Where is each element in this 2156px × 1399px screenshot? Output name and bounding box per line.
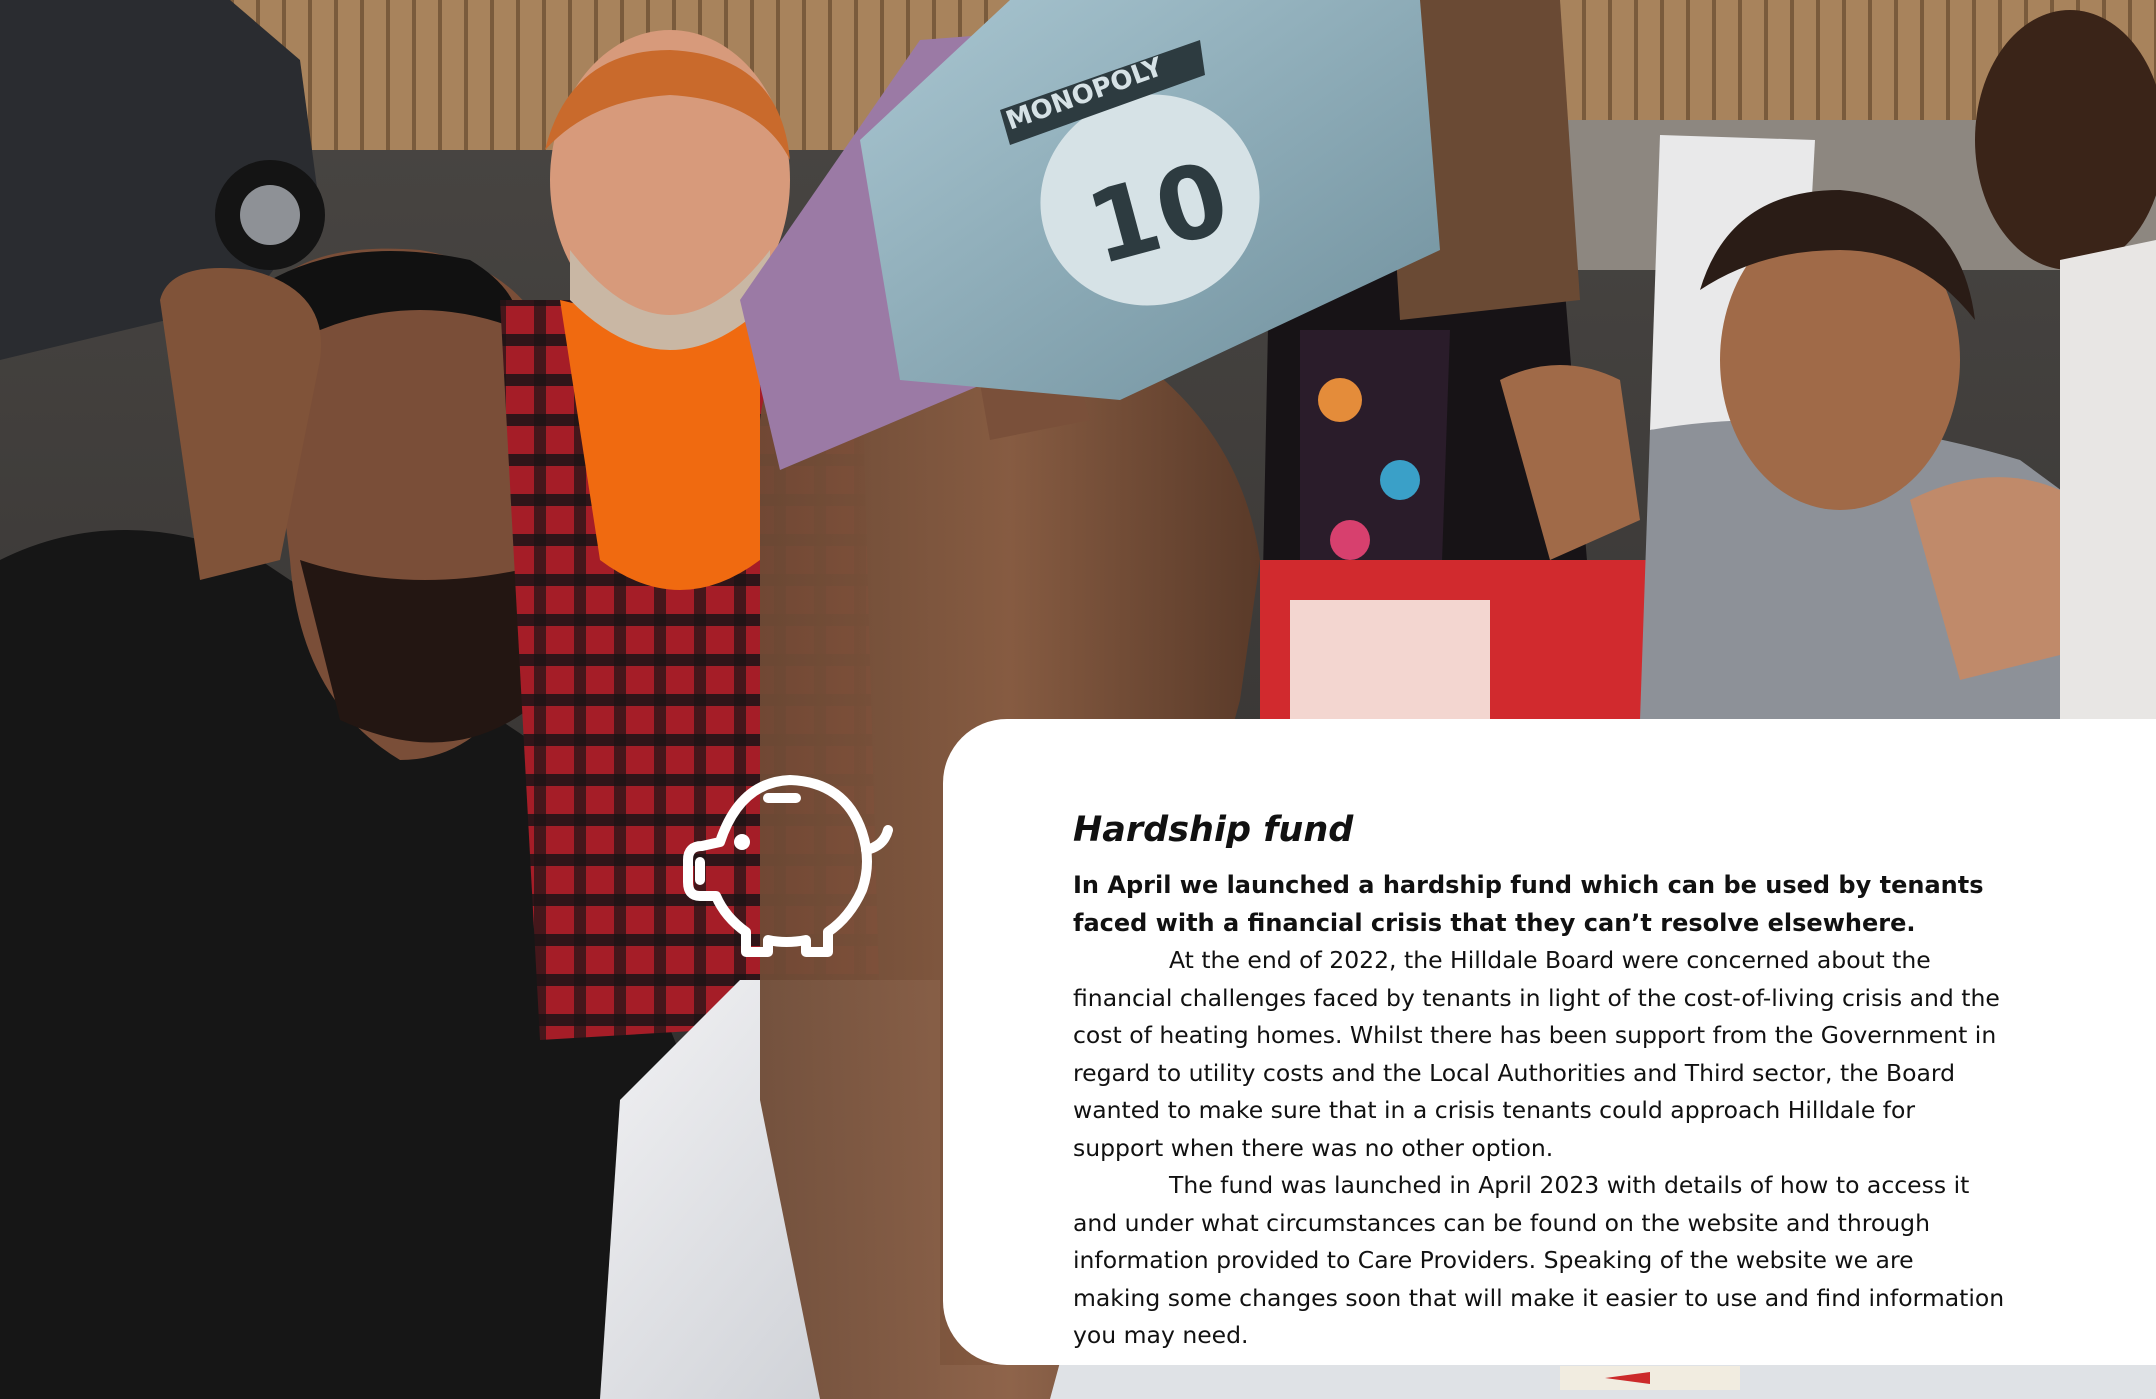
piggy-bank-icon [680, 772, 900, 964]
article-lead: In April we launched a hardship fund whi… [1073, 871, 1984, 937]
article-title: Hardship fund [1073, 810, 1354, 850]
article-paragraph: At the end of 2022, the Hilldale Board w… [1073, 946, 2000, 1162]
article-paragraph: The fund was launched in April 2023 with… [1073, 1171, 2005, 1349]
content-card: Hardship fund In April we launched a har… [943, 719, 2156, 1365]
